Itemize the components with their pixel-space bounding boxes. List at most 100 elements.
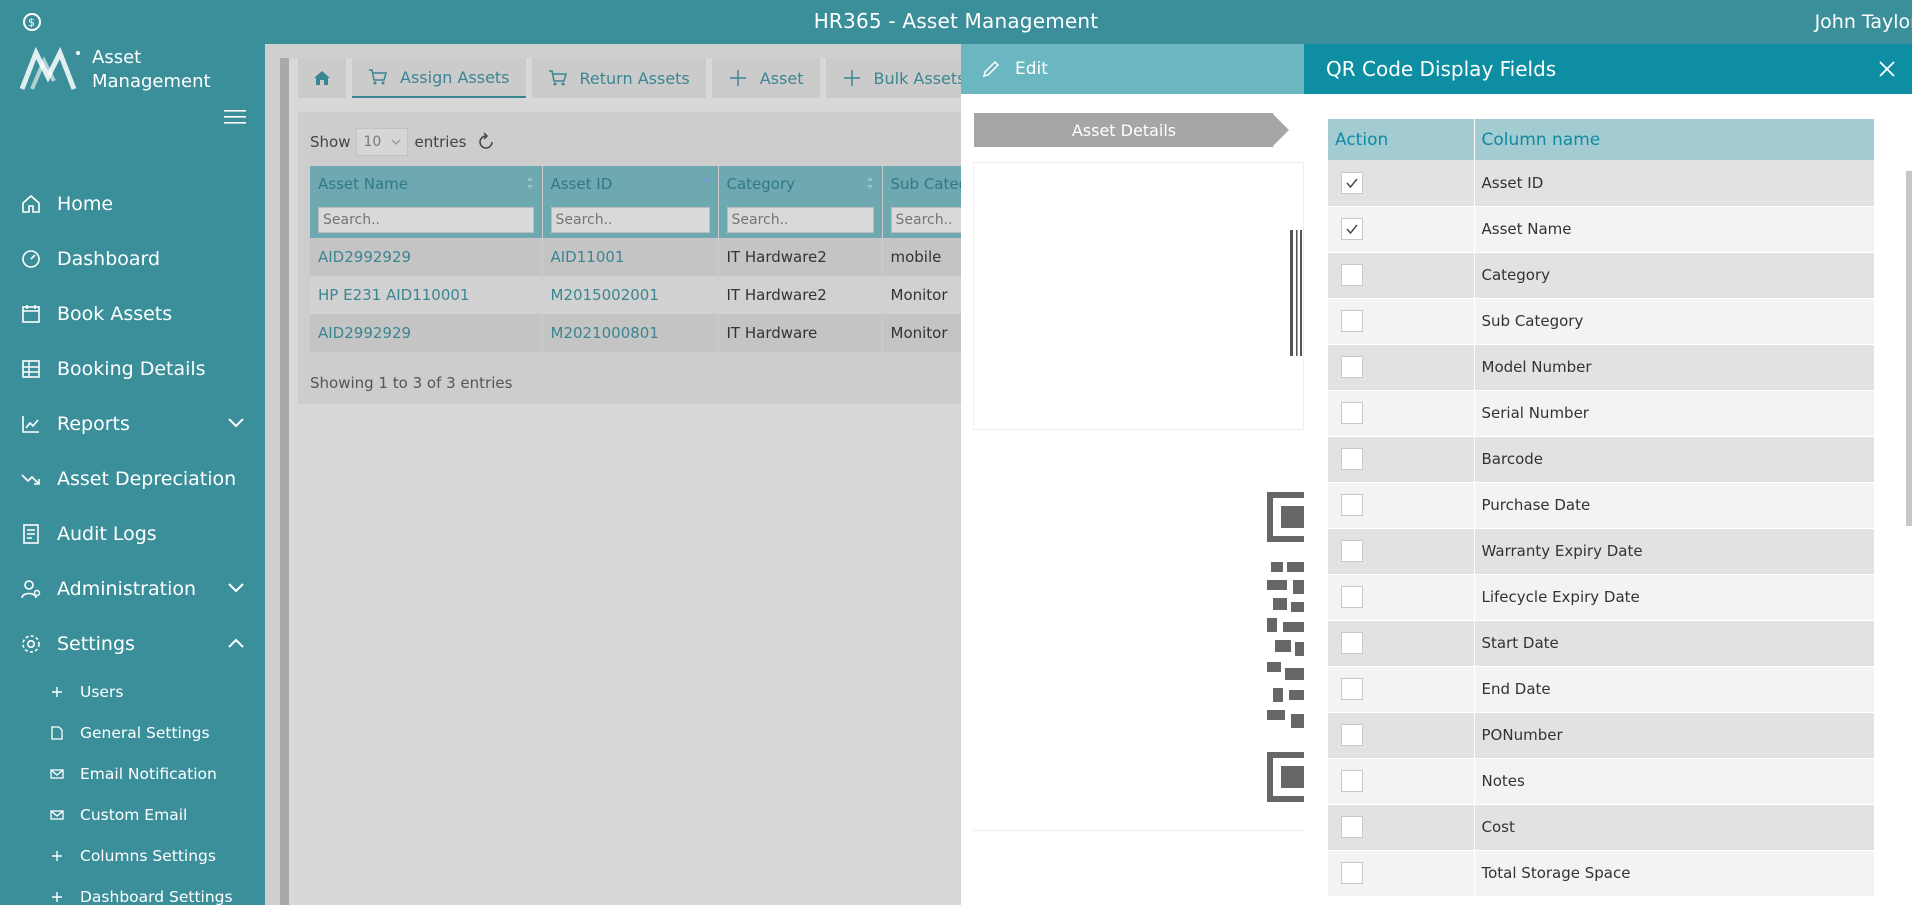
sidebar-item-label: Booking Details [57, 357, 206, 380]
sidebar-item-label: Book Assets [57, 302, 173, 325]
hamburger-menu-icon[interactable] [224, 110, 246, 124]
tab-return-assets[interactable]: Return Assets [531, 58, 706, 98]
action-cell [1328, 298, 1475, 345]
tab-assign-assets[interactable]: Assign Assets [352, 58, 526, 98]
table-row: Lifecycle Expiry Date [1328, 574, 1874, 621]
search-input-asset-name[interactable] [318, 207, 534, 233]
entries-label: entries [414, 133, 467, 151]
sidebar-item-booking-details[interactable]: Booking Details [0, 341, 265, 396]
sidebar-subitem-email-notification[interactable]: Email Notification [0, 753, 265, 794]
toolbar-tabs: Assign Assets Return Assets Asset Bulk A… [298, 58, 1032, 98]
search-input-category[interactable] [726, 207, 874, 233]
field-checkbox[interactable] [1341, 724, 1363, 746]
column-name-cell: PONumber [1474, 712, 1874, 759]
field-checkbox[interactable] [1341, 356, 1363, 378]
close-icon[interactable] [1876, 58, 1898, 80]
show-label: Show [310, 133, 351, 151]
refresh-icon[interactable] [476, 132, 496, 152]
action-cell [1328, 620, 1475, 667]
action-cell [1328, 528, 1475, 575]
asset-id-link[interactable]: M2015002001 [542, 276, 719, 314]
search-cell [718, 202, 883, 238]
search-input-asset-id[interactable] [550, 207, 710, 233]
chevron-down-icon [392, 139, 401, 145]
field-checkbox[interactable] [1341, 171, 1363, 194]
field-checkbox[interactable] [1341, 540, 1363, 562]
qr-drawer-header: QR Code Display Fields [1304, 44, 1912, 94]
column-header-asset-id[interactable]: Asset ID [542, 166, 719, 202]
sidebar-item-dashboard[interactable]: Dashboard [0, 231, 265, 286]
tab-label: Return Assets [579, 68, 690, 88]
chevron-up-icon[interactable] [227, 634, 245, 652]
barcode-image [1290, 230, 1302, 356]
column-header-asset-name[interactable]: Asset Name [310, 166, 543, 202]
sidebar-subitem-custom-email[interactable]: Custom Email [0, 794, 265, 835]
field-checkbox[interactable] [1341, 862, 1363, 884]
asset-name-link[interactable]: AID2992929 [310, 314, 543, 352]
column-name-cell: Total Storage Space [1474, 850, 1874, 897]
scrollbar-thumb[interactable] [1906, 171, 1912, 526]
asset-name-link[interactable]: AID2992929 [310, 238, 543, 276]
field-checkbox[interactable] [1341, 816, 1363, 838]
sidebar-subitem-label: Users [80, 682, 124, 701]
table-row[interactable]: AID2992929 AID11001 IT Hardware2 mobile [310, 238, 1001, 276]
sidebar-item-audit-logs[interactable]: Audit Logs [0, 506, 265, 561]
category-cell: IT Hardware2 [718, 238, 883, 276]
table-row[interactable]: AID2992929 M2021000801 IT Hardware Monit… [310, 314, 1001, 352]
brand-logo[interactable]: Asset Management [20, 44, 211, 94]
chevron-down-icon[interactable] [227, 579, 245, 597]
field-checkbox[interactable] [1341, 402, 1363, 424]
qr-fields-table: Action Column name Asset ID Asset Name Cat… [1328, 119, 1874, 897]
edit-form-card-lower [973, 436, 1304, 831]
sidebar-subitem-columns-settings[interactable]: Columns Settings [0, 835, 265, 876]
search-cell [310, 202, 543, 238]
asset-id-link[interactable]: M2021000801 [542, 314, 719, 352]
sidebar-item-reports[interactable]: Reports [0, 396, 265, 451]
table-row: End Date [1328, 666, 1874, 713]
field-checkbox[interactable] [1341, 310, 1363, 332]
user-name[interactable]: John Taylor [1815, 11, 1912, 33]
column-name-cell: Model Number [1474, 344, 1874, 391]
mail-icon [50, 768, 64, 779]
field-checkbox[interactable] [1341, 678, 1363, 700]
sidebar-item-label: Audit Logs [57, 522, 157, 545]
column-header-category[interactable]: Category [718, 166, 883, 202]
edit-panel-header: Edit [961, 44, 1304, 94]
calendar-icon [22, 304, 40, 323]
tab-asset[interactable]: Asset [711, 58, 820, 98]
chevron-down-icon[interactable] [227, 414, 245, 432]
field-checkbox[interactable] [1341, 218, 1363, 240]
column-header-label: Category [726, 175, 796, 193]
column-name-cell: Notes [1474, 758, 1874, 805]
field-checkbox[interactable] [1341, 632, 1363, 654]
table-row[interactable]: HP E231 AID110001 M2015002001 IT Hardwar… [310, 276, 1001, 314]
sidebar-subitem-dashboard-settings[interactable]: Dashboard Settings [0, 876, 265, 905]
column-name-cell: Sub Category [1474, 298, 1874, 345]
sidebar-subitem-label: Custom Email [80, 805, 188, 824]
field-checkbox[interactable] [1341, 264, 1363, 286]
sidebar-subitem-general-settings[interactable]: General Settings [0, 712, 265, 753]
field-checkbox[interactable] [1341, 586, 1363, 608]
plus-icon [843, 70, 860, 86]
column-name-cell: Asset Name [1474, 206, 1874, 253]
tab-bulk-assets[interactable]: Bulk Assets [825, 58, 982, 98]
asset-id-link[interactable]: AID11001 [542, 238, 719, 276]
sidebar-subitem-users[interactable]: Users [0, 671, 265, 712]
sidebar-item-book-assets[interactable]: Book Assets [0, 286, 265, 341]
tab-home[interactable] [298, 58, 346, 98]
sort-ascending-icon [702, 177, 709, 182]
sidebar-item-administration[interactable]: Administration [0, 561, 265, 616]
sidebar-item-settings[interactable]: Settings [0, 616, 265, 671]
page-size-select[interactable]: 10 [356, 128, 409, 156]
field-checkbox[interactable] [1341, 494, 1363, 516]
wizard-step-asset-details[interactable]: Asset Details [974, 113, 1294, 147]
plus-icon [52, 686, 62, 697]
asset-name-link[interactable]: HP E231 AID110001 [310, 276, 543, 314]
field-checkbox[interactable] [1341, 448, 1363, 470]
field-checkbox[interactable] [1341, 770, 1363, 792]
sidebar-item-asset-depreciation[interactable]: Asset Depreciation [0, 451, 265, 506]
step-label: Asset Details [1071, 120, 1177, 140]
table-row: Total Storage Space [1328, 850, 1874, 897]
sidebar-item-home[interactable]: Home [0, 176, 265, 231]
action-cell [1328, 758, 1475, 805]
